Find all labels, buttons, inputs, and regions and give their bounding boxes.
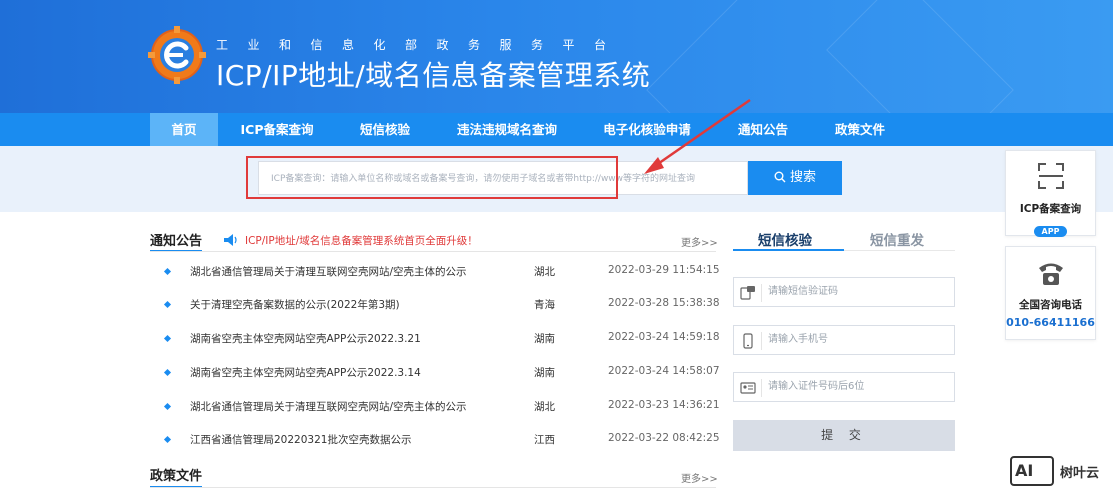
hotline-card: 全国咨询电话 010-66411166 [1005,246,1096,340]
scan-icon [1037,163,1064,189]
tab-sms-resend[interactable]: 短信重发 [870,229,924,249]
submit-button[interactable]: 提 交 [733,420,955,451]
hotline-number: 010-66411166 [1006,316,1095,329]
notice-item-date: 2022-03-22 08:42:25 [608,432,720,444]
notice-item-title[interactable]: 湖北省通信管理局关于清理互联网空壳网站/空壳主体的公示 [190,399,467,414]
nav-sms-verify[interactable]: 短信核验 [345,113,425,146]
app-badge: APP [1033,226,1068,237]
annotation-highlight-box [246,156,618,199]
search-icon [774,171,786,183]
bullet-icon [163,435,172,444]
notice-item-title[interactable]: 湖南省空壳主体空壳网站空壳APP公示2022.3.21 [190,331,421,346]
policy-more-link[interactable]: 更多>> [681,470,718,485]
hotline-label: 全国咨询电话 [1019,299,1082,311]
tab-sms-verify[interactable]: 短信核验 [758,229,812,249]
nav-policy[interactable]: 政策文件 [822,113,898,146]
notice-row: 湖北省通信管理局关于清理互联网空壳网站/空壳主体的公示 湖北 2022-03-2… [150,262,720,282]
notice-item-date: 2022-03-29 11:54:15 [608,264,720,276]
site-title: ICP/IP地址/域名信息备案管理系统 [216,59,651,92]
notice-item-title[interactable]: 江西省通信管理局20220321批次空壳数据公示 [190,432,411,447]
notice-row: 湖南省空壳主体空壳网站空壳APP公示2022.3.14 湖南 2022-03-2… [150,363,720,383]
sms-code-icon [740,286,755,300]
watermark: AI 树叶云 [1010,452,1110,492]
field-separator [761,332,762,350]
field-separator [761,284,762,302]
annotation-arrow-icon [644,98,751,174]
sms-tab-underline [733,249,844,251]
telephone-icon [1038,263,1063,285]
notice-more-link[interactable]: 更多>> [681,234,718,249]
header-subtitle: 工业和信息化部政务服务平台 [216,38,626,52]
sms-code-placeholder: 请输短信验证码 [768,286,838,297]
bullet-icon [163,300,172,309]
notice-row: 湖北省通信管理局关于清理互联网空壳网站/空壳主体的公示 湖北 2022-03-2… [150,397,720,417]
bullet-icon [163,368,172,377]
notice-item-title[interactable]: 湖北省通信管理局关于清理互联网空壳网站/空壳主体的公示 [190,264,467,279]
site-header: 工业和信息化部政务服务平台 ICP/IP地址/域名信息备案管理系统 [0,0,1113,113]
nav-icp-query[interactable]: ICP备案查询 [228,113,326,146]
notice-row: 湖南省空壳主体空壳网站空壳APP公示2022.3.21 湖南 2022-03-2… [150,329,720,349]
id-number-field[interactable]: 请输入证件号码后6位 [733,372,955,402]
notice-item-date: 2022-03-24 14:59:18 [608,331,720,343]
notice-section-title: 通知公告 [150,234,203,249]
phone-field[interactable]: 请输入手机号 [733,325,955,355]
notice-divider [150,251,716,252]
app-query-card[interactable]: ICP备案查询 APP [1005,150,1096,237]
id-card-icon [740,382,756,394]
main-nav: 首页 ICP备案查询 短信核验 违法违规域名查询 电子化核验申请 通知公告 政策… [0,113,1113,146]
nav-home[interactable]: 首页 [150,113,218,146]
policy-section-title: 政策文件 [150,469,203,484]
logo-icon [148,26,206,84]
notice-item-title[interactable]: 湖南省空壳主体空壳网站空壳APP公示2022.3.14 [190,365,421,380]
speaker-icon [224,234,237,246]
bullet-icon [163,334,172,343]
watermark-text: 树叶云 [1060,466,1100,481]
watermark-badge: AI [1010,456,1054,486]
notice-item-province: 青海 [534,299,555,311]
notice-row: 关于清理空壳备案数据的公示(2022年第3期) 青海 2022-03-28 15… [150,295,720,315]
notice-item-province: 江西 [534,434,555,446]
notice-item-province: 湖北 [534,266,555,278]
notice-item-province: 湖北 [534,401,555,413]
mobile-phone-icon [743,333,753,349]
notice-row: 江西省通信管理局20220321批次空壳数据公示 江西 2022-03-22 0… [150,430,720,450]
nav-illegal-domain[interactable]: 违法违规域名查询 [445,113,569,146]
notice-item-province: 湖南 [534,367,555,379]
notice-item-province: 湖南 [534,333,555,345]
app-query-label: ICP备案查询 [1019,203,1082,215]
notice-item-title[interactable]: 关于清理空壳备案数据的公示(2022年第3期) [190,297,400,312]
bullet-icon [163,267,172,276]
policy-divider [150,487,716,488]
notice-item-date: 2022-03-28 15:38:38 [608,297,720,309]
id-number-placeholder: 请输入证件号码后6位 [768,381,865,392]
field-separator [761,379,762,397]
phone-placeholder: 请输入手机号 [768,334,828,345]
notice-item-date: 2022-03-23 14:36:21 [608,399,720,411]
sms-code-field[interactable]: 请输短信验证码 [733,277,955,307]
notice-headline-link[interactable]: ICP/IP地址/域名信息备案管理系统首页全面升级！ [245,233,478,248]
notice-item-date: 2022-03-24 14:58:07 [608,365,720,377]
search-button-label: 搜索 [789,170,816,185]
bullet-icon [163,402,172,411]
